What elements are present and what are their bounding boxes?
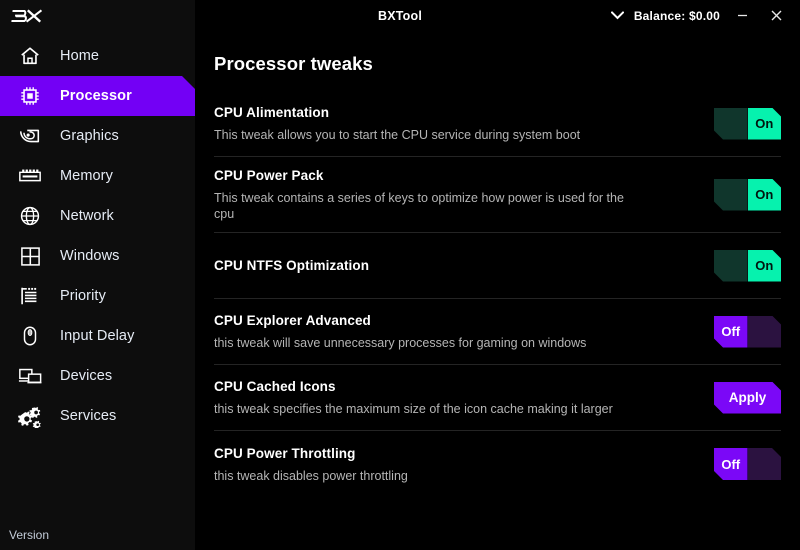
- sidebar-item-label: Graphics: [60, 128, 119, 144]
- page-title: Processor tweaks: [214, 53, 373, 74]
- toggle-knob: On: [748, 179, 782, 211]
- sidebar-item-processor[interactable]: Processor: [0, 76, 195, 116]
- title-bar: BXTool Balance: $0.00: [0, 0, 800, 31]
- tweak-row: CPU Alimentation This tweak allows you t…: [214, 91, 781, 157]
- toggle-switch[interactable]: On: [714, 108, 781, 140]
- tweak-row: CPU Explorer Advanced this tweak will sa…: [214, 299, 781, 365]
- sidebar-item-label: Devices: [60, 368, 113, 384]
- app-logo: [0, 0, 195, 31]
- toggle-state-label: On: [755, 116, 774, 131]
- sidebar-item-graphics[interactable]: Graphics: [0, 116, 195, 156]
- tweak-text-group: CPU Alimentation This tweak allows you t…: [214, 104, 660, 143]
- tweak-row: CPU Power Pack This tweak contains a ser…: [214, 157, 781, 233]
- gears-icon: [16, 402, 44, 430]
- sidebar-item-label: Input Delay: [60, 328, 135, 344]
- tweak-control: Off: [714, 316, 781, 348]
- gpu-icon: [16, 122, 44, 150]
- tweak-description: This tweak allows you to start the CPU s…: [214, 128, 581, 142]
- sidebar-nav: Home Processor Graphics Memory Network W…: [0, 31, 195, 436]
- toggle-track: [714, 108, 748, 140]
- tweak-control: On: [714, 179, 781, 211]
- sidebar-item-label: Priority: [60, 288, 106, 304]
- toggle-state-label: On: [755, 187, 774, 202]
- toggle-state-label: On: [755, 258, 774, 273]
- tweak-row: CPU NTFS Optimization On: [214, 233, 781, 299]
- main-content: Processor tweaks CPU Alimentation This t…: [195, 31, 800, 550]
- devices-icon: [16, 362, 44, 390]
- balance-label: Balance: $0.00: [633, 8, 720, 23]
- tweak-row: CPU Cached Icons this tweak specifies th…: [214, 365, 781, 431]
- sidebar-item-label: Network: [60, 208, 114, 224]
- logo-icon: [10, 8, 46, 24]
- tweak-title: CPU Alimentation: [214, 105, 330, 120]
- window-title: BXTool: [377, 8, 423, 23]
- tweak-description: This tweak contains a series of keys to …: [214, 191, 624, 221]
- windows-icon: [16, 242, 44, 270]
- priority-icon: [16, 282, 44, 310]
- tweak-description: this tweak will save unnecessary process…: [214, 336, 587, 350]
- toggle-switch[interactable]: On: [714, 179, 781, 211]
- sidebar-item-label: Windows: [60, 248, 120, 264]
- toggle-track: [714, 250, 748, 282]
- apply-button[interactable]: Apply: [714, 382, 781, 414]
- chevron-down-icon[interactable]: [610, 11, 624, 20]
- tweak-control: On: [714, 250, 781, 282]
- tweak-title: CPU Power Throttling: [214, 445, 356, 461]
- tweak-text-group: CPU Cached Icons this tweak specifies th…: [214, 378, 693, 417]
- toggle-switch[interactable]: On: [714, 250, 781, 282]
- tweak-control: Apply: [714, 382, 781, 414]
- toggle-track: [714, 179, 748, 211]
- tweak-title: CPU Power Pack: [214, 168, 324, 183]
- sidebar-item-label: Home: [60, 48, 100, 64]
- mouse-icon: [16, 322, 44, 350]
- tweak-text-group: CPU Power Throttling this tweak disables…: [214, 445, 488, 484]
- tweak-title: CPU NTFS Optimization: [214, 257, 370, 273]
- toggle-switch[interactable]: Off: [714, 316, 781, 348]
- title-bar-right-group: Balance: $0.00: [610, 0, 800, 31]
- globe-icon: [16, 202, 44, 230]
- toggle-state-label: Off: [721, 324, 741, 339]
- home-icon: [16, 42, 44, 70]
- tweak-text-group: CPU NTFS Optimization: [214, 257, 449, 275]
- cpu-icon: [16, 82, 44, 110]
- toggle-knob: On: [748, 250, 782, 282]
- sidebar-item-services[interactable]: Services: [0, 396, 195, 436]
- sidebar-item-home[interactable]: Home: [0, 36, 195, 76]
- tweaks-list: CPU Alimentation This tweak allows you t…: [195, 75, 800, 497]
- tweak-title: CPU Explorer Advanced: [214, 313, 371, 328]
- sidebar-item-memory[interactable]: Memory: [0, 156, 195, 196]
- tweak-title: CPU Cached Icons: [214, 379, 336, 394]
- close-button[interactable]: [764, 4, 788, 28]
- sidebar: Home Processor Graphics Memory Network W…: [0, 31, 195, 550]
- toggle-track: [748, 316, 782, 348]
- toggle-knob: Off: [714, 316, 748, 348]
- app-window: BXTool Balance: $0.00 Home Processor Gra…: [0, 0, 800, 550]
- toggle-knob: On: [748, 108, 782, 140]
- sidebar-item-devices[interactable]: Devices: [0, 356, 195, 396]
- tweak-text-group: CPU Explorer Advanced this tweak will sa…: [214, 312, 666, 351]
- sidebar-item-label: Memory: [60, 168, 113, 184]
- sidebar-item-network[interactable]: Network: [0, 196, 195, 236]
- tweak-description: this tweak specifies the maximum size of…: [214, 402, 613, 416]
- sidebar-item-priority[interactable]: Priority: [0, 276, 195, 316]
- ram-icon: [16, 162, 44, 190]
- sidebar-item-label: Services: [60, 408, 117, 424]
- sidebar-item-label: Processor: [60, 88, 132, 104]
- version-label: Version: [9, 528, 50, 542]
- sidebar-item-input-delay[interactable]: Input Delay: [0, 316, 195, 356]
- tweak-control: On: [714, 108, 781, 140]
- minimize-button[interactable]: [730, 4, 754, 28]
- toggle-switch[interactable]: Off: [714, 448, 781, 480]
- tweak-control: Off: [714, 448, 781, 480]
- toggle-state-label: Off: [721, 456, 741, 472]
- sidebar-item-windows[interactable]: Windows: [0, 236, 195, 276]
- toggle-track: [748, 448, 782, 480]
- tweak-description: this tweak disables power throttling: [214, 468, 408, 483]
- tweak-row: CPU Power Throttling this tweak disables…: [214, 431, 781, 497]
- toggle-knob: Off: [714, 448, 748, 480]
- tweak-text-group: CPU Power Pack This tweak contains a ser…: [214, 167, 714, 222]
